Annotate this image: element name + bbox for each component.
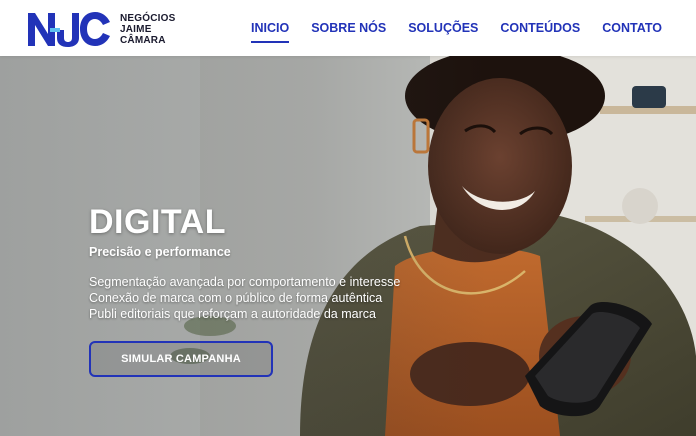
brand-name-line-2: JAIME: [120, 23, 152, 35]
simular-campanha-button[interactable]: SIMULAR CAMPANHA: [89, 341, 273, 377]
hero-feature-item: Segmentação avançada por comportamento e…: [89, 275, 401, 289]
brand-logo[interactable]: NEGÓCIOS JAIME CÂMARA: [26, 10, 176, 48]
brand-name-line-1: NEGÓCIOS: [120, 12, 176, 24]
nav-item-solucoes[interactable]: SOLUÇÕES: [408, 17, 478, 39]
hero-title: DIGITAL: [89, 203, 226, 241]
nav-item-conteudos[interactable]: CONTEÚDOS: [500, 17, 580, 39]
hero-banner: DIGITAL Precisão e performance Segmentaç…: [0, 56, 696, 436]
njc-logo-mark: [28, 12, 110, 47]
nav-item-sobre-nos[interactable]: SOBRE NÓS: [311, 17, 386, 39]
hero-feature-item: Publi editoriais que reforçam a autorida…: [89, 307, 376, 321]
hero-feature-item: Conexão de marca com o público de forma …: [89, 291, 383, 305]
nav-item-contato[interactable]: CONTATO: [602, 17, 662, 39]
hero-subtitle: Precisão e performance: [89, 245, 231, 259]
brand-name: NEGÓCIOS JAIME CÂMARA: [120, 13, 176, 46]
main-nav: INICIO SOBRE NÓS SOLUÇÕES CONTEÚDOS CONT…: [250, 0, 662, 56]
brand-name-line-3: CÂMARA: [120, 34, 166, 46]
hero-feature-list: Segmentação avançada por comportamento e…: [89, 274, 400, 322]
site-header: NEGÓCIOS JAIME CÂMARA INICIO SOBRE NÓS S…: [0, 0, 696, 56]
nav-item-inicio[interactable]: INICIO: [251, 17, 290, 43]
hero-content: DIGITAL Precisão e performance Segmentaç…: [89, 204, 400, 322]
